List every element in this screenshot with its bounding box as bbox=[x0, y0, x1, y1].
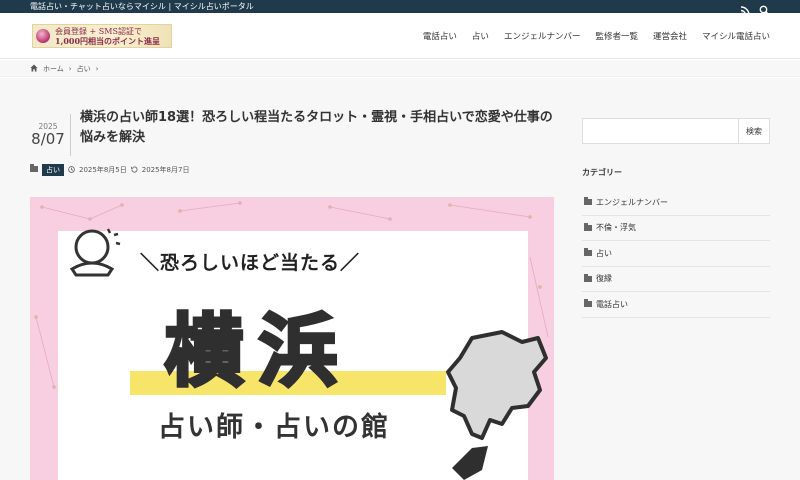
category-item-reunion[interactable]: 復縁 bbox=[582, 267, 770, 292]
category-list: エンジェルナンバー 不倫・浮気 占い 復縁 電話占い bbox=[582, 190, 770, 318]
rss-icon[interactable] bbox=[740, 1, 751, 16]
published-date: 2025年8月5日 bbox=[79, 166, 127, 174]
logo-line-2: 1,000円相当のポイント進呈 bbox=[55, 36, 161, 46]
nav-item-company[interactable]: 運営会社 bbox=[653, 30, 687, 42]
site-logo[interactable]: 会員登録 + SMS認証で 1,000円相当のポイント進呈 bbox=[32, 24, 172, 48]
category-label: 復縁 bbox=[596, 274, 612, 284]
search-icon[interactable] bbox=[759, 1, 770, 16]
category-label: エンジェルナンバー bbox=[596, 197, 668, 207]
chevron-right-icon: › bbox=[68, 64, 72, 73]
nav-item-angel-number[interactable]: エンジェルナンバー bbox=[504, 30, 581, 42]
sidebar-search: 検索 bbox=[582, 118, 770, 144]
post-meta: 占い 2025年8月5日 2025年8月7日 bbox=[30, 164, 189, 176]
category-badge[interactable]: 占い bbox=[42, 164, 64, 176]
chevron-right-icon: › bbox=[95, 64, 99, 73]
search-input[interactable] bbox=[582, 118, 739, 144]
category-item-affair[interactable]: 不倫・浮気 bbox=[582, 216, 770, 241]
page-title: 横浜の占い師18選！恐ろしい程当たるタロット・霊視・手相占いで恋愛や仕事の悩みを… bbox=[80, 110, 553, 145]
category-label: 不倫・浮気 bbox=[596, 223, 636, 233]
hero-image: ＼恐ろしいほど当たる／ 横浜 占い師・占いの館 bbox=[30, 197, 554, 480]
main-area: 2025 8/07 横浜の占い師18選！恐ろしい程当たるタロット・霊視・手相占い… bbox=[0, 78, 800, 480]
kanagawa-map-icon bbox=[446, 330, 548, 480]
crystal-ball-icon bbox=[36, 29, 50, 43]
post-date: 2025 8/07 bbox=[28, 122, 68, 147]
main-nav: 電話占い 占い エンジェルナンバー 監修者一覧 運営会社 マイシル電話占い bbox=[423, 13, 770, 59]
hero-caption: 占い師・占いの館 bbox=[158, 412, 390, 443]
folder-icon bbox=[584, 299, 592, 308]
categories-heading: カテゴリー bbox=[582, 168, 622, 177]
hero-subtitle: ＼恐ろしいほど当たる／ bbox=[140, 252, 361, 274]
breadcrumb: ホーム › 占い › bbox=[0, 60, 800, 77]
top-bar: 電話占い・チャット占いならマイシル | マイシル占いポータル bbox=[0, 0, 800, 16]
sidebar: 検索 カテゴリー エンジェルナンバー 不倫・浮気 占い 復縁 電話占い bbox=[582, 118, 770, 318]
nav-item-supervisors[interactable]: 監修者一覧 bbox=[595, 30, 638, 42]
category-item-phone-fortune[interactable]: 電話占い bbox=[582, 292, 770, 318]
home-icon bbox=[30, 64, 38, 74]
folder-icon bbox=[584, 273, 592, 282]
post-date-day: 8/07 bbox=[31, 130, 65, 148]
site-header: 会員登録 + SMS認証で 1,000円相当のポイント進呈 電話占い 占い エン… bbox=[0, 13, 800, 59]
category-item-angel-number[interactable]: エンジェルナンバー bbox=[582, 190, 770, 216]
updated-icon bbox=[130, 166, 138, 175]
folder-icon bbox=[584, 222, 592, 231]
date-divider bbox=[70, 114, 71, 156]
hero-main-title: 横浜 bbox=[163, 305, 354, 399]
nav-item-mysill-phone[interactable]: マイシル電話占い bbox=[702, 30, 770, 42]
folder-icon bbox=[584, 248, 592, 257]
breadcrumb-current[interactable]: 占い bbox=[77, 64, 91, 74]
breadcrumb-home[interactable]: ホーム bbox=[43, 64, 64, 74]
category-item-fortune[interactable]: 占い bbox=[582, 241, 770, 267]
category-label: 占い bbox=[596, 248, 612, 258]
nav-item-phone-fortune[interactable]: 電話占い bbox=[423, 30, 457, 42]
category-label: 電話占い bbox=[596, 299, 628, 309]
clock-icon bbox=[68, 165, 75, 175]
folder-icon bbox=[584, 197, 592, 206]
nav-item-fortune[interactable]: 占い bbox=[472, 30, 489, 42]
site-tagline: 電話占い・チャット占いならマイシル | マイシル占いポータル bbox=[30, 2, 254, 11]
crystal-ball-icon bbox=[69, 228, 121, 277]
updated-date: 2025年8月7日 bbox=[141, 166, 190, 174]
search-button[interactable]: 検索 bbox=[739, 118, 770, 144]
folder-icon bbox=[30, 164, 38, 174]
